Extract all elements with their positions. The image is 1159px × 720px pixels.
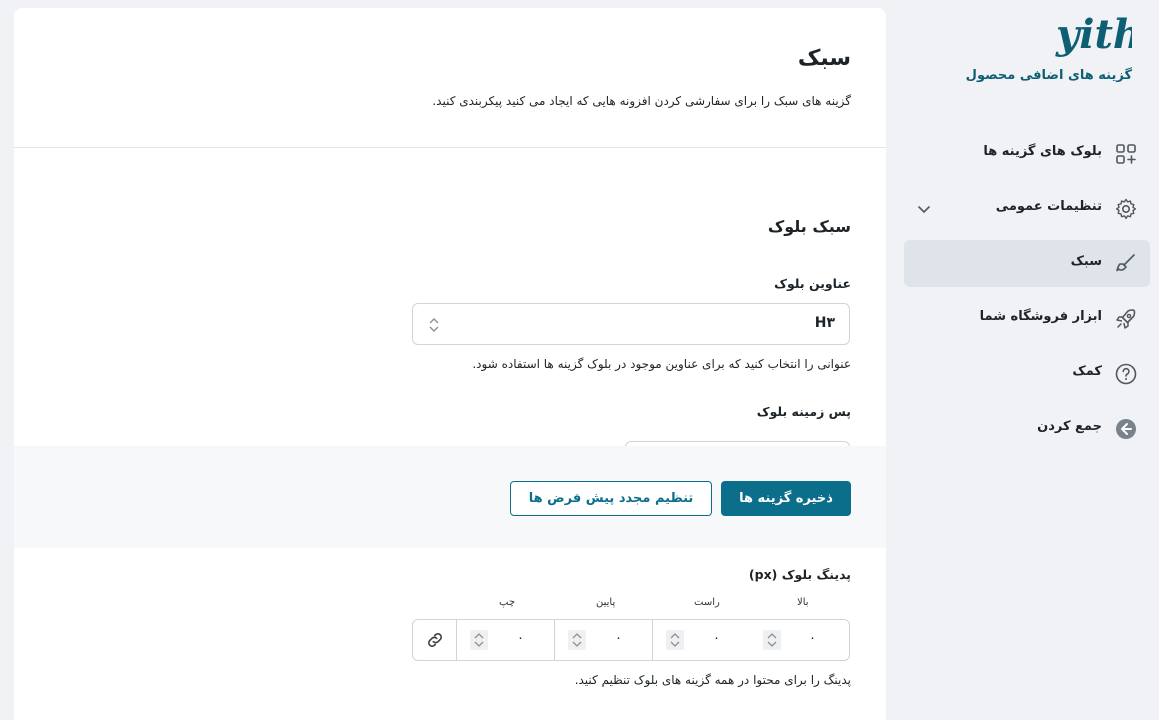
brand-title: گزینه های اضافی محصول <box>965 68 1132 83</box>
padding-left-label: چپ <box>499 597 516 608</box>
sidebar: yith گزینه های اضافی محصول بلوک های گزین… <box>886 0 1159 720</box>
block-titles-help: عنوانی را انتخاب کنید که برای عناوین موج… <box>472 357 851 371</box>
stepper-icon[interactable] <box>568 630 586 650</box>
save-bar: ذخیره گزینه ها تنظیم مجدد پیش فرض ها <box>14 446 886 548</box>
padding-top-value: ۰ <box>809 631 816 646</box>
yith-logo: yith <box>1055 11 1132 58</box>
block-titles-select[interactable]: H۳ <box>412 303 850 345</box>
padding-input-group: ۰ ۰ ۰ ۰ <box>412 619 850 661</box>
save-options-button[interactable]: ذخیره گزینه ها <box>721 481 851 516</box>
block-background-label: پس زمینه بلوک <box>756 404 851 419</box>
sidebar-item-label: جمع کردن <box>1037 419 1102 434</box>
sidebar-item-label: بلوک های گزینه ها <box>983 144 1102 159</box>
chevron-down-icon[interactable] <box>916 201 932 217</box>
rocket-icon <box>1116 309 1136 329</box>
link-values-button[interactable] <box>413 620 456 660</box>
stepper-icon[interactable] <box>470 630 488 650</box>
brush-icon <box>1116 254 1135 272</box>
select-arrows-icon <box>429 318 439 332</box>
padding-bottom-input[interactable]: ۰ <box>554 620 652 660</box>
padding-right-label: راست <box>694 597 720 608</box>
block-titles-label: عناوین بلوک <box>774 276 851 291</box>
padding-top-label: بالا <box>797 597 809 608</box>
reset-defaults-button[interactable]: تنظیم مجدد پیش فرض ها <box>510 481 712 516</box>
sidebar-item-style[interactable]: سبک <box>904 240 1150 287</box>
brand: yith گزینه های اضافی محصول <box>966 8 1132 83</box>
help-icon <box>1115 363 1137 385</box>
padding-right-input[interactable]: ۰ <box>652 620 750 660</box>
sidebar-item-label: کمک <box>1072 364 1102 379</box>
sidebar-item-general-settings[interactable]: تنظیمات عمومی <box>904 185 1150 232</box>
padding-bottom-label: پایین <box>596 597 616 608</box>
sidebar-item-option-blocks[interactable]: بلوک های گزینه ها <box>904 130 1150 177</box>
padding-right-value: ۰ <box>713 631 720 646</box>
page-title: سبک <box>797 46 851 71</box>
gear-icon <box>1115 198 1137 219</box>
collapse-icon <box>1116 419 1136 439</box>
section-title: سبک بلوک <box>767 217 851 236</box>
sidebar-item-help[interactable]: کمک <box>904 350 1150 397</box>
padding-left-input[interactable]: ۰ <box>456 620 554 660</box>
page-description: گزینه های سبک را برای سفارشی کردن افزونه… <box>432 94 851 108</box>
sidebar-item-store-tools[interactable]: ابزار فروشگاه شما <box>904 295 1150 342</box>
blocks-icon <box>1116 144 1136 164</box>
sidebar-item-label: تنظیمات عمومی <box>995 199 1102 214</box>
stepper-icon[interactable] <box>763 630 781 650</box>
stepper-icon[interactable] <box>666 630 684 650</box>
block-titles-value: H۳ <box>814 315 835 331</box>
padding-bottom-value: ۰ <box>615 631 622 646</box>
svg-text:yith: yith <box>1055 11 1132 58</box>
sidebar-item-label: ابزار فروشگاه شما <box>979 309 1102 324</box>
padding-top-input[interactable]: ۰ <box>750 620 846 660</box>
block-padding-label: پدینگ بلوک (px) <box>748 567 851 582</box>
padding-left-value: ۰ <box>517 631 524 646</box>
link-icon <box>427 633 442 647</box>
page-header: سبک گزینه های سبک را برای سفارشی کردن اف… <box>14 8 886 148</box>
settings-card: سبک گزینه های سبک را برای سفارشی کردن اف… <box>14 8 886 720</box>
sidebar-item-label: سبک <box>1070 254 1102 269</box>
block-padding-help: پدینگ را برای محتوا در همه گزینه های بلو… <box>574 673 851 687</box>
sidebar-nav: بلوک های گزینه ها تنظیمات عمومی سبک ابزا… <box>904 130 1150 460</box>
sidebar-item-collapse[interactable]: جمع کردن <box>904 405 1150 452</box>
